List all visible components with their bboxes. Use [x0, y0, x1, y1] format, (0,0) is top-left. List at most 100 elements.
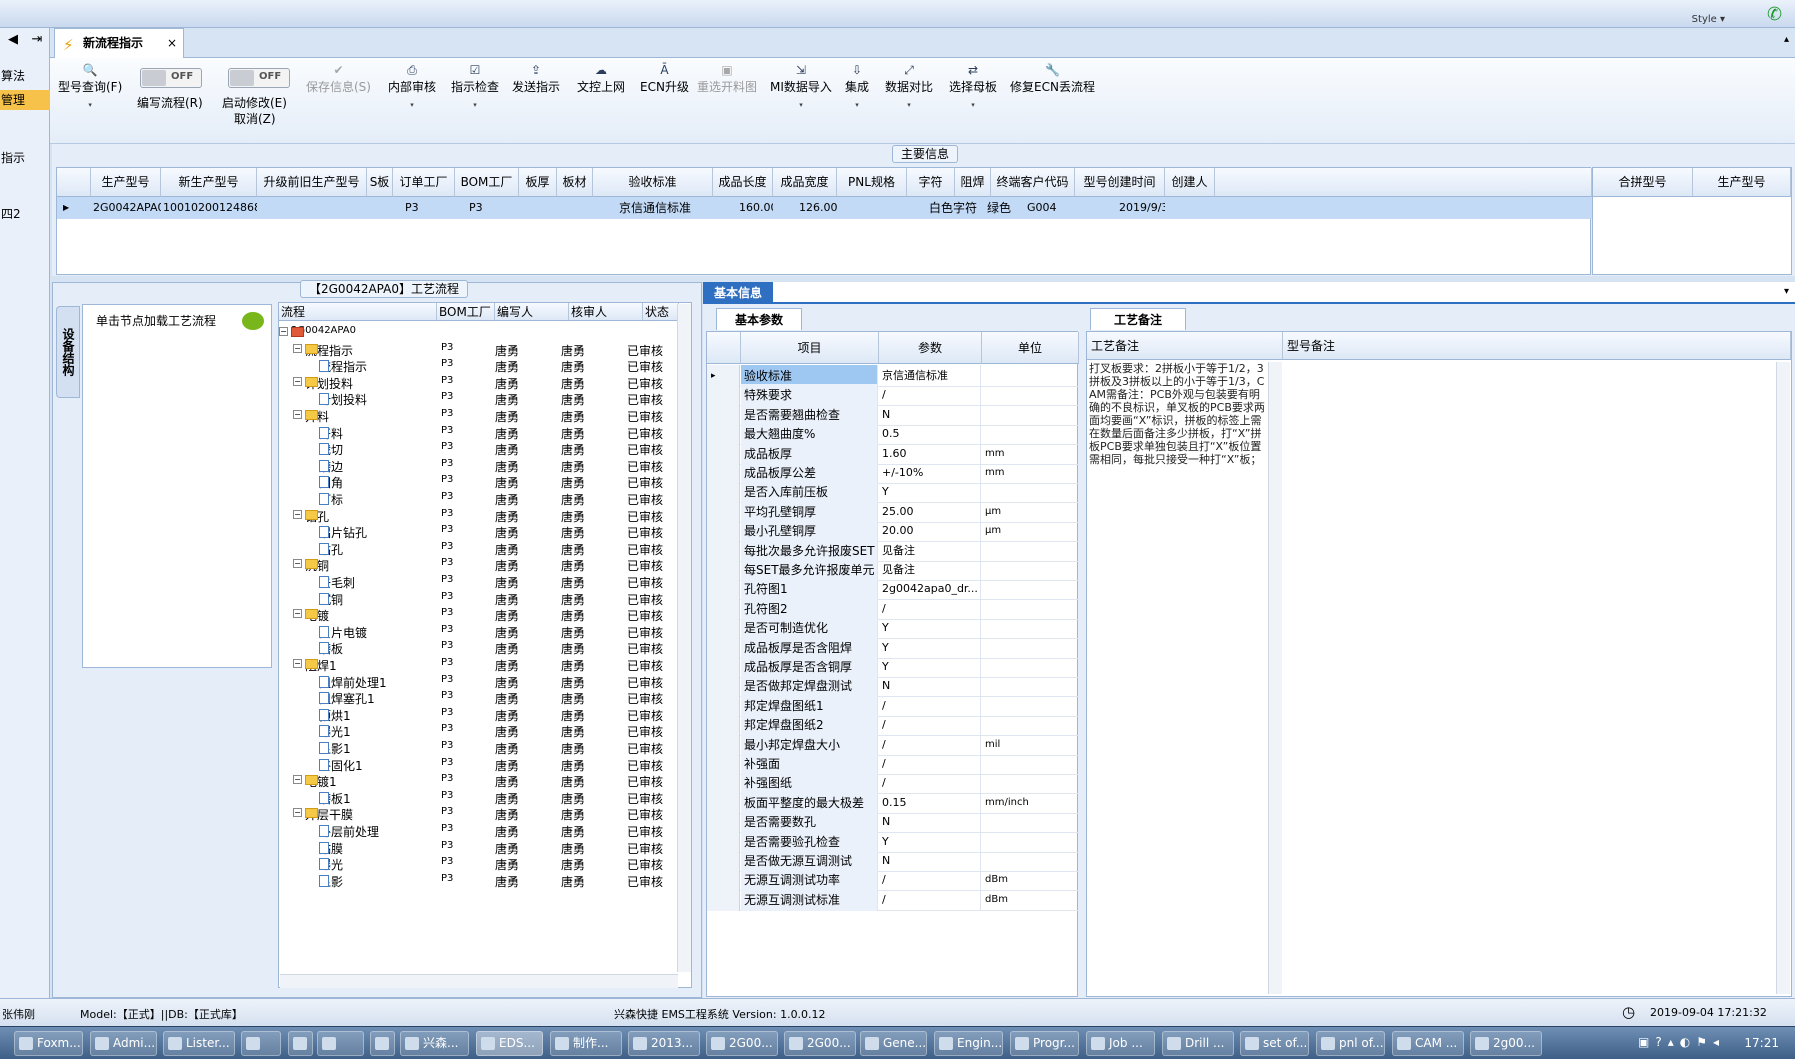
col-header[interactable]: 参数 [879, 332, 982, 364]
collapse-icon[interactable]: − [293, 410, 302, 419]
main-info-grid[interactable]: 生产型号 新生产型号 升级前旧生产型号 S板 订单工厂 BOM工厂 板厚 板材 … [56, 167, 1592, 275]
col-header[interactable]: 创建人 [1165, 168, 1215, 197]
cell[interactable]: 白色字符 [927, 197, 977, 219]
taskbar-app[interactable]: 兴森... [400, 1031, 469, 1056]
cell[interactable]: 京信通信标准 [617, 197, 713, 219]
cell[interactable]: 10010200124868 [161, 197, 257, 219]
col-header[interactable]: 新生产型号 [161, 168, 257, 197]
process-note-text[interactable]: 打叉板要求：2拼板小于等于1/2，3拼板及3拼板以上的小于等于1/3，CAM需备… [1089, 362, 1267, 562]
col-header[interactable]: BOM工厂 [437, 303, 495, 321]
collapse-icon[interactable]: − [293, 659, 302, 668]
ecn-button[interactable]: Ā ECN升级 [640, 62, 689, 95]
col-header[interactable]: 板厚 [519, 168, 557, 197]
rematerial-button[interactable]: ▣ 重选开料图 [697, 62, 757, 95]
auto-modify-toggle[interactable]: OFF [228, 68, 290, 88]
taskbar-app[interactable]: Engin... [934, 1031, 1003, 1056]
taskbar-app[interactable]: pnl of... [1316, 1031, 1385, 1056]
taskbar-app[interactable]: Drill ... [1162, 1031, 1234, 1056]
taskbar-app[interactable]: Admi... [90, 1031, 157, 1056]
col-header[interactable]: S板 [367, 168, 393, 197]
tab-new-flow[interactable]: ⚡ 新流程指示 × [54, 28, 184, 58]
back-icon[interactable]: ◀ [2, 32, 24, 52]
taskbar-app[interactable]: Progr... [1010, 1031, 1079, 1056]
vertical-scrollbar[interactable] [677, 304, 691, 972]
col-header[interactable]: 单位 [982, 332, 1079, 364]
merge-grid[interactable]: 合拼型号 生产型号 [1592, 167, 1792, 275]
flow-tree-grid[interactable]: 流程 BOM工厂 编写人 核审人 状态 −2G0042APA0− 流程指示 P3 唐勇… [278, 302, 692, 988]
collapse-icon[interactable]: − [293, 808, 302, 818]
tree-node[interactable]: 显影 P3 唐勇 唐勇 已审核 [279, 871, 679, 890]
col-header[interactable]: 型号备注 [1283, 332, 1791, 360]
taskbar-app[interactable]: 制作... [550, 1031, 622, 1056]
taskbar-app[interactable]: CAM ... [1392, 1031, 1464, 1056]
mi-import-button[interactable]: ⇲ MI数据导入 ▾ [770, 62, 832, 109]
taskbar-app[interactable]: Foxm... [14, 1031, 83, 1056]
close-icon[interactable]: × [167, 29, 177, 57]
cell[interactable]: P3 [467, 197, 517, 219]
taskbar-app[interactable] [241, 1031, 281, 1056]
chevron-down-icon[interactable]: ▾ [1784, 286, 1789, 297]
col-header[interactable]: 升级前旧生产型号 [257, 168, 367, 197]
collapse-icon[interactable]: − [293, 609, 302, 619]
params-grid[interactable]: 项目 参数 单位 ▸ 验收标准 京信通信标准 特殊要求 / 是否需要翘曲检查 N 最大翘曲度%… [706, 331, 1079, 997]
col-header[interactable]: 核审人 [569, 303, 643, 321]
compare-button[interactable]: ⤢ 数据对比 ▾ [885, 62, 933, 109]
param-value[interactable]: / [879, 888, 981, 911]
col-header[interactable]: 订单工厂 [393, 168, 455, 197]
col-header[interactable]: 生产型号 [1693, 168, 1791, 197]
collapse-icon[interactable]: − [293, 775, 302, 785]
check-button[interactable]: ☑ 指示检查 ▾ [451, 62, 499, 109]
col-header[interactable]: 终端客户代码 [991, 168, 1075, 197]
taskbar-app[interactable]: Gene... [860, 1031, 927, 1056]
cell[interactable]: 160.00 [737, 197, 773, 219]
param-row[interactable]: 无源互调测试标准 / dBm [707, 888, 1079, 911]
tab-process-notes[interactable]: 工艺备注 [1090, 308, 1186, 330]
send-button[interactable]: ⇪ 发送指示 [512, 62, 560, 95]
collapse-icon[interactable]: − [293, 559, 302, 569]
col-header[interactable]: 合拼型号 [1593, 168, 1693, 197]
collapse-icon[interactable]: − [293, 376, 302, 386]
edit-flow-toggle[interactable]: OFF [140, 68, 202, 88]
col-header[interactable]: 编写人 [495, 303, 569, 321]
cancel-label[interactable]: 取消(Z) [234, 110, 276, 127]
vertical-scrollbar[interactable] [1776, 362, 1790, 994]
cell[interactable]: 2G0042APA0 [91, 197, 161, 219]
forward-icon[interactable]: ⇥ [26, 32, 48, 52]
nav-item-instruction[interactable]: 指示 [0, 148, 50, 168]
col-header[interactable]: 项目 [741, 332, 879, 364]
nav-item-manage[interactable]: 管理 [0, 90, 50, 110]
col-header[interactable]: 工艺备注 [1087, 332, 1283, 360]
col-header[interactable]: 成品宽度 [773, 168, 837, 197]
collapse-icon[interactable]: − [293, 343, 302, 353]
collapse-icon[interactable]: − [293, 509, 302, 519]
cell[interactable]: 126.00 [797, 197, 837, 219]
chevron-up-icon[interactable]: ▴ [1784, 34, 1789, 45]
tab-basic-info[interactable]: 基本信息 [703, 282, 773, 304]
taskbar-app[interactable]: set of... [1240, 1031, 1309, 1056]
save-button[interactable]: ✔ 保存信息(S) [306, 62, 371, 95]
cell[interactable]: 绿色 [985, 197, 1019, 219]
col-header[interactable]: 生产型号 [91, 168, 161, 197]
col-header[interactable]: 成品长度 [713, 168, 773, 197]
taskbar-app[interactable]: 2013... [628, 1031, 700, 1056]
fix-ecn-button[interactable]: 🔧 修复ECN丢流程 [1010, 62, 1095, 95]
cell[interactable]: P3 [403, 197, 453, 219]
col-header[interactable]: 验收标准 [593, 168, 713, 197]
internal-review-button[interactable]: ⎙ 内部审核 ▾ [388, 62, 436, 109]
tray-icons[interactable]: ▣?▴◐⚑◂ [1638, 1035, 1725, 1049]
taskbar-app[interactable]: Job ... [1086, 1031, 1155, 1056]
taskbar-app[interactable] [288, 1031, 313, 1056]
col-header[interactable]: 状态 [643, 303, 679, 321]
col-header[interactable]: 型号创建时间 [1075, 168, 1165, 197]
taskbar-app[interactable] [317, 1031, 364, 1056]
taskbar-app[interactable]: Lister... [163, 1031, 235, 1056]
phone-icon[interactable]: ✆ [1767, 4, 1787, 25]
tab-basic-params[interactable]: 基本参数 [716, 308, 802, 330]
vertical-scrollbar[interactable] [1268, 362, 1282, 994]
style-menu[interactable]: Style ▾ [1692, 14, 1725, 25]
query-button[interactable]: 🔍 型号查询(F) ▾ [58, 62, 122, 109]
choose-mother-button[interactable]: ⇄ 选择母板 ▾ [949, 62, 997, 109]
equipment-structure-tab[interactable]: 设备结构 [56, 306, 80, 398]
col-header[interactable]: PNL规格 [837, 168, 907, 197]
col-header[interactable]: 板材 [557, 168, 593, 197]
